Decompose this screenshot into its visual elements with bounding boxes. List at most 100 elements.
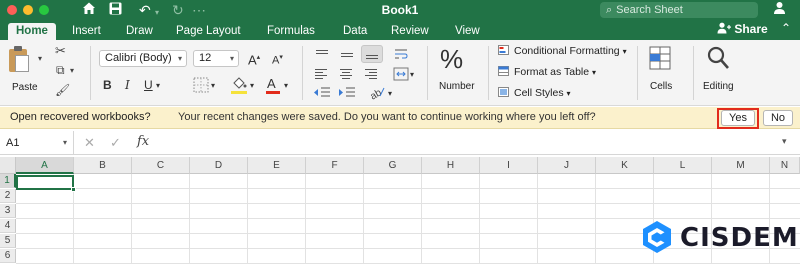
search-sheet-field[interactable]: ⌕ Search Sheet xyxy=(600,2,758,18)
fill-handle[interactable] xyxy=(71,187,76,192)
cisdem-logo-icon xyxy=(640,220,674,254)
row-header-5[interactable]: 5 xyxy=(0,234,16,248)
copy-icon[interactable]: ⧉ xyxy=(56,63,65,78)
fill-color-dropdown-icon[interactable]: ▾ xyxy=(250,78,254,94)
font-name-select[interactable]: Calibri (Body) ▾ xyxy=(99,50,187,67)
decrease-font-size-icon[interactable]: A▾ xyxy=(272,50,283,69)
percent-icon[interactable]: % xyxy=(440,44,463,75)
align-bottom-icon[interactable] xyxy=(361,45,383,63)
recovery-notification-bar: Open recovered workbooks? Your recent ch… xyxy=(0,107,800,129)
conditional-formatting-button[interactable]: Conditional Formatting ▾ xyxy=(498,45,627,57)
cells-icon[interactable] xyxy=(649,46,671,73)
font-size-select[interactable]: 12 ▾ xyxy=(193,50,239,67)
account-icon[interactable] xyxy=(773,1,786,18)
row-header-4[interactable]: 4 xyxy=(0,219,16,233)
row-header-1[interactable]: 1 xyxy=(0,174,16,188)
divider xyxy=(488,46,489,100)
column-header-m[interactable]: M xyxy=(712,157,770,174)
paste-dropdown-icon[interactable]: ▾ xyxy=(38,54,42,63)
confirm-entry-icon[interactable]: ✓ xyxy=(110,135,121,151)
decrease-indent-icon[interactable] xyxy=(313,86,331,102)
paste-button[interactable] xyxy=(9,46,31,72)
bold-icon[interactable]: B xyxy=(103,77,112,93)
column-header-k[interactable]: K xyxy=(596,157,654,174)
column-header-d[interactable]: D xyxy=(190,157,248,174)
insert-function-button[interactable]: fx xyxy=(137,134,149,149)
fill-color-icon[interactable] xyxy=(230,75,248,98)
font-color-icon[interactable]: A xyxy=(265,75,281,98)
column-header-g[interactable]: G xyxy=(364,157,422,174)
tab-data[interactable]: Data xyxy=(335,23,375,40)
merge-center-icon[interactable] xyxy=(393,67,409,84)
column-header-e[interactable]: E xyxy=(248,157,306,174)
magnifier-icon[interactable] xyxy=(706,45,730,74)
column-header-h[interactable]: H xyxy=(422,157,480,174)
column-header-i[interactable]: I xyxy=(480,157,538,174)
increase-indent-icon[interactable] xyxy=(338,86,356,102)
search-placeholder: Search Sheet xyxy=(616,4,683,16)
align-middle-icon[interactable] xyxy=(338,47,356,63)
column-header-n[interactable]: N xyxy=(770,157,800,174)
chevron-down-icon: ▾ xyxy=(622,47,627,56)
borders-icon[interactable] xyxy=(193,77,209,96)
tab-page-layout[interactable]: Page Layout xyxy=(168,23,249,40)
tab-view[interactable]: View xyxy=(447,23,488,40)
borders-dropdown-icon[interactable]: ▾ xyxy=(211,78,215,94)
search-icon: ⌕ xyxy=(606,4,613,16)
align-left-icon[interactable] xyxy=(313,67,331,81)
column-header-a[interactable]: A xyxy=(16,157,74,174)
row-header-6[interactable]: 6 xyxy=(0,249,16,263)
share-label: Share xyxy=(734,22,768,36)
column-header-l[interactable]: L xyxy=(654,157,712,174)
no-button[interactable]: No xyxy=(763,110,793,126)
font-color-dropdown-icon[interactable]: ▾ xyxy=(284,78,288,94)
editing-label[interactable]: Editing xyxy=(703,81,734,92)
cell-styles-button[interactable]: Cell Styles ▾ xyxy=(498,87,571,99)
expand-formula-bar-icon[interactable]: ▾ xyxy=(782,136,787,147)
column-header-f[interactable]: F xyxy=(306,157,364,174)
ribbon-home: ▾ Paste ✂ ⧉ ▾ 🖌 Calibri (Body) ▾ 12 ▾ A▴… xyxy=(0,40,800,106)
yes-highlight-box xyxy=(717,108,759,129)
merge-dropdown-icon[interactable]: ▾ xyxy=(410,67,414,83)
align-right-icon[interactable] xyxy=(363,67,381,81)
underline-dropdown-icon[interactable]: ▾ xyxy=(156,78,160,94)
share-button[interactable]: Share xyxy=(717,22,768,36)
cut-icon[interactable]: ✂ xyxy=(55,43,66,59)
column-header-c[interactable]: C xyxy=(132,157,190,174)
conditional-formatting-icon xyxy=(498,45,509,55)
tab-formulas[interactable]: Formulas xyxy=(259,23,323,40)
increase-font-size-icon[interactable]: A▴ xyxy=(248,50,260,68)
conditional-formatting-label: Conditional Formatting xyxy=(514,45,620,57)
orientation-dropdown-icon[interactable]: ▾ xyxy=(388,86,392,102)
column-header-j[interactable]: J xyxy=(538,157,596,174)
row-header-2[interactable]: 2 xyxy=(0,189,16,203)
align-top-icon[interactable] xyxy=(313,47,331,63)
formula-input[interactable] xyxy=(158,131,776,155)
format-as-table-button[interactable]: Format as Table ▾ xyxy=(498,66,596,78)
cells-label[interactable]: Cells xyxy=(650,81,672,92)
underline-icon[interactable]: U xyxy=(144,77,153,93)
notification-title: Open recovered workbooks? xyxy=(10,111,151,123)
formula-bar: A1 ▾ ✕ ✓ fx ▾ xyxy=(0,131,800,155)
cancel-entry-icon[interactable]: ✕ xyxy=(84,135,95,151)
orientation-icon[interactable]: ab xyxy=(368,84,386,103)
align-center-icon[interactable] xyxy=(338,67,356,81)
name-box[interactable]: A1 ▾ xyxy=(0,131,74,155)
title-bar: ↶ ▾ ↻ ⋯ Book1 ⌕ Search Sheet xyxy=(0,0,800,20)
tab-review[interactable]: Review xyxy=(383,23,437,40)
column-header-b[interactable]: B xyxy=(74,157,132,174)
wrap-text-icon[interactable] xyxy=(393,46,409,65)
row-header-3[interactable]: 3 xyxy=(0,204,16,218)
tab-insert[interactable]: Insert xyxy=(64,23,109,40)
collapse-ribbon-icon[interactable]: ⌃ xyxy=(781,21,791,35)
number-label[interactable]: Number xyxy=(439,81,475,92)
cell-styles-label: Cell Styles xyxy=(514,87,564,99)
tab-home[interactable]: Home xyxy=(8,23,56,40)
format-as-table-icon xyxy=(498,66,509,76)
copy-dropdown-icon[interactable]: ▾ xyxy=(70,66,74,75)
select-all-corner[interactable] xyxy=(0,157,16,174)
selected-cell-a1[interactable] xyxy=(16,175,76,192)
format-painter-icon[interactable]: 🖌 xyxy=(55,83,70,97)
italic-icon[interactable]: I xyxy=(125,77,130,93)
tab-draw[interactable]: Draw xyxy=(118,23,161,40)
